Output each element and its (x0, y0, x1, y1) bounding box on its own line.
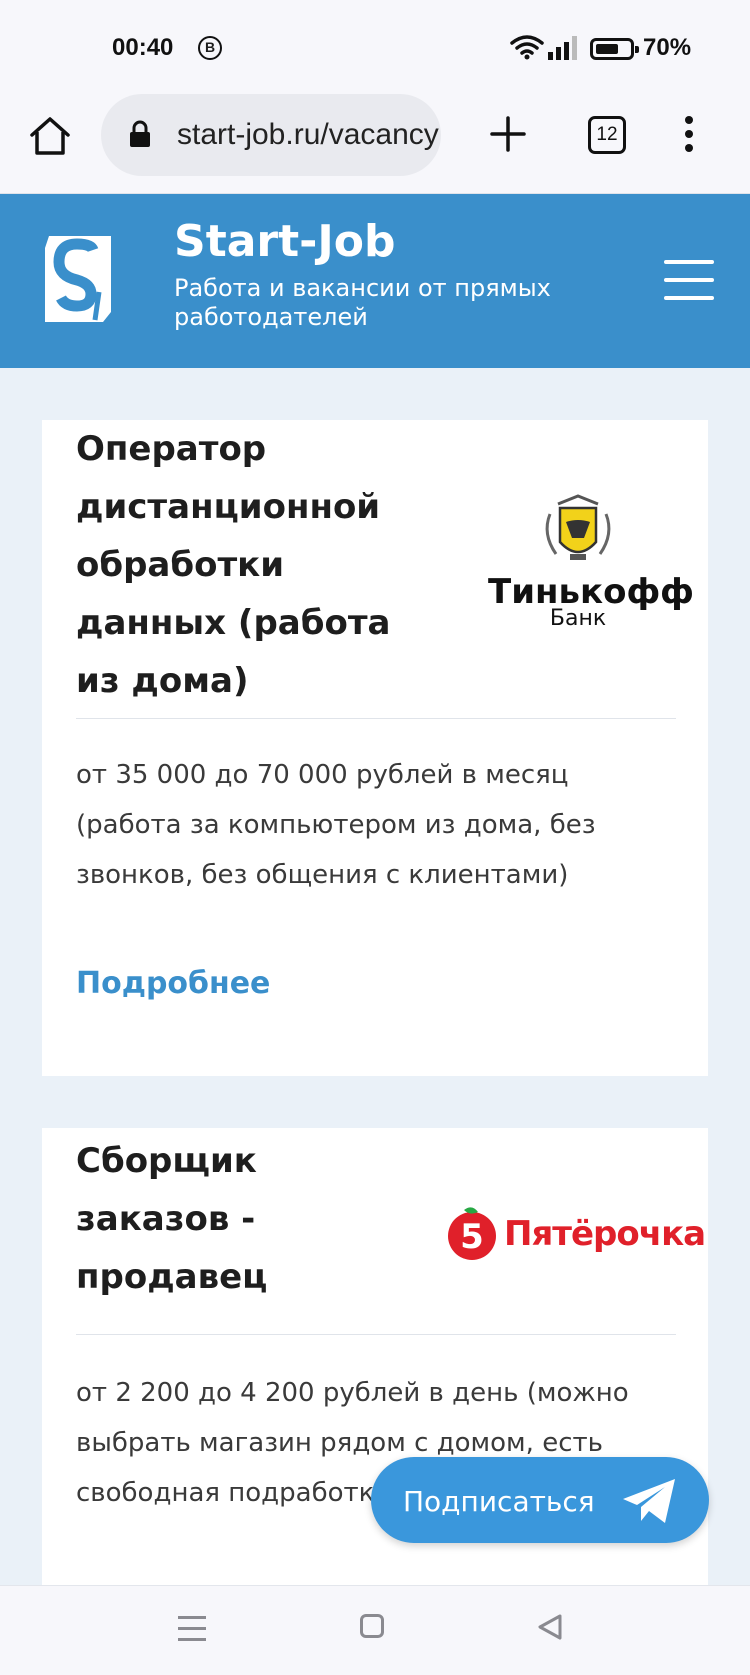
card-divider (76, 1334, 676, 1335)
wifi-icon (510, 35, 544, 60)
vacancy-title[interactable]: Сборщик заказов - продавец (76, 1132, 376, 1306)
url-text[interactable]: start-job.ru/vacancy (177, 118, 439, 152)
hamburger-menu-icon[interactable] (664, 260, 714, 300)
card-divider (76, 718, 676, 719)
pyaterochka-logo: 5 Пятёрочка (444, 1206, 708, 1262)
tinkoff-emblem-icon (545, 494, 611, 560)
home-icon[interactable] (28, 114, 72, 158)
pyaterochka-logo-name: Пятёрочка (504, 1214, 706, 1254)
subscribe-button[interactable]: Подписаться (371, 1457, 709, 1543)
site-subtitle: Работа и вакансии от прямых работодателе… (174, 274, 551, 331)
menu-icon[interactable] (178, 1616, 206, 1649)
site-header: Start-Job Работа и вакансии от прямых ра… (0, 194, 750, 368)
more-link[interactable]: Подробнее (76, 966, 270, 1001)
battery-icon (590, 38, 639, 60)
subscribe-label: Подписаться (403, 1485, 595, 1518)
battery-percent: 70% (643, 34, 692, 61)
start-job-logo[interactable] (41, 234, 116, 324)
vacancy-card: Оператор дистанционной обработки данных … (42, 420, 708, 1076)
browser-toolbar: start-job.ru/vacancy 12 (0, 94, 750, 194)
status-bar: 00:40 B 70% (0, 0, 750, 94)
vacancy-title[interactable]: Оператор дистанционной обработки данных … (76, 420, 436, 710)
tinkoff-logo: Тинькофф Банк (488, 494, 694, 634)
back-icon[interactable] (536, 1612, 566, 1642)
svg-text:5: 5 (460, 1217, 484, 1257)
tinkoff-logo-sub: Банк (549, 606, 607, 631)
pyaterochka-badge-icon: 5 (448, 1207, 496, 1260)
vacancy-description: от 35 000 до 70 000 рублей в месяц (рабо… (76, 760, 596, 890)
signal-icon (548, 36, 577, 60)
status-time: 00:40 (112, 34, 174, 61)
more-options-icon[interactable] (684, 116, 694, 156)
site-title[interactable]: Start-Job (174, 216, 396, 267)
telegram-icon (623, 1479, 675, 1523)
tab-switcher-button[interactable]: 12 (588, 116, 626, 154)
system-nav-bar (0, 1585, 750, 1675)
notification-icon: B (198, 36, 222, 60)
lock-icon (130, 120, 150, 147)
home-icon[interactable] (360, 1614, 384, 1638)
address-bar[interactable]: start-job.ru/vacancy (101, 94, 441, 176)
new-tab-icon[interactable] (488, 114, 528, 154)
